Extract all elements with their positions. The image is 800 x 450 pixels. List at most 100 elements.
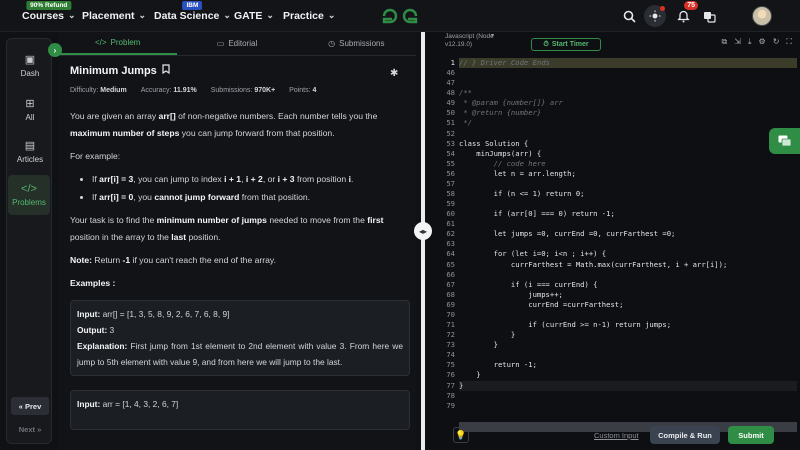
nav-placement[interactable]: Placement ⌄ [82, 0, 146, 32]
code-line[interactable]: if (arr[0] === 0) return -1; [459, 209, 797, 219]
code-line[interactable]: return -1; [459, 360, 797, 370]
left-rail: ▣ Dash ⊞ All ▤ Articles </> Problems « P… [6, 38, 52, 444]
code-line[interactable] [459, 391, 797, 401]
line-number: 53 [446, 138, 455, 148]
nav-data-science[interactable]: IBM Data Science ⌄ [154, 0, 231, 32]
code-line[interactable] [459, 199, 797, 209]
code-line[interactable]: if (i === currEnd) { [459, 280, 797, 290]
code-lines[interactable]: // } Driver Code Ends /** * @param {numbe… [459, 58, 797, 411]
code-line[interactable] [459, 239, 797, 249]
custom-input-link[interactable]: Custom Input [594, 431, 639, 440]
code-area[interactable]: 1 46 47 48 49 50 51 52 53 54 55 56 57 58 59 60 61 62 63 64 6… [425, 58, 800, 432]
editor-toolbar: Javascript (Node v12.19.0) ▾ ⏱ Start Tim… [425, 32, 800, 56]
problem-description: You are given an array arr[] of non-nega… [70, 108, 410, 430]
code-line[interactable]: let n = arr.length; [459, 169, 797, 179]
code-line[interactable] [459, 68, 797, 78]
caret-down-icon: ▾ [491, 33, 495, 39]
code-line[interactable]: } [459, 380, 797, 391]
code-line[interactable]: jumps++; [459, 290, 797, 300]
code-line[interactable]: } [459, 370, 797, 380]
avatar[interactable] [752, 6, 772, 26]
chevron-down-icon: ⌄ [138, 10, 147, 20]
dashboard-icon: ▣ [24, 54, 36, 66]
timer-label: Start Timer [551, 41, 589, 48]
tab-editorial[interactable]: ▭ Editorial [177, 32, 296, 55]
code-icon: </> [94, 38, 107, 47]
lightbulb-icon[interactable]: 💡 [453, 427, 469, 443]
example-output: Output: 3 [77, 325, 115, 335]
nav-practice-label: Practice [283, 9, 324, 22]
rail-item-label: All [25, 113, 35, 122]
code-line[interactable] [459, 129, 797, 139]
nav-practice[interactable]: Practice ⌄ [283, 0, 335, 32]
problem-meta: Difficulty: Medium Accuracy: 11.91% Subm… [70, 87, 410, 94]
code-line[interactable]: } [459, 330, 797, 340]
bell-icon[interactable]: 75 [672, 1, 698, 27]
code-line[interactable]: /** [459, 88, 797, 98]
code-line[interactable]: * @return {number} [459, 108, 797, 118]
code-line[interactable]: } [459, 340, 797, 350]
line-number: 66 [446, 269, 455, 279]
rail-item-dash[interactable]: ▣ Dash [7, 53, 53, 78]
next-button[interactable]: Next » [11, 420, 49, 438]
nav-gate[interactable]: GATE ⌄ [234, 0, 274, 32]
bookmark-icon[interactable] [162, 64, 170, 77]
code-line[interactable]: for (let i=0; i<n ; i++) { [459, 249, 797, 259]
language-select[interactable]: Javascript (Node v12.19.0) ▾ [445, 33, 515, 48]
line-number: 57 [446, 178, 455, 188]
code-line[interactable]: * @param {number[]} arr [459, 98, 797, 108]
code-line[interactable]: */ [459, 118, 797, 128]
problem-panel: </> Problem ▭ Editorial ◷ Submissions Mi… [58, 32, 416, 450]
translate-icon[interactable] [698, 5, 720, 27]
nav-courses[interactable]: 90% Refund Courses ⌄ [22, 0, 76, 32]
code-line[interactable]: // code here [459, 159, 797, 169]
line-number: 1 [450, 58, 455, 67]
fullscreen-icon[interactable]: ⛶ [786, 37, 792, 47]
collapse-toggle-icon[interactable]: › [48, 43, 62, 57]
compile-run-button[interactable]: Compile & Run [650, 426, 720, 444]
code-line[interactable]: currEnd =currFarthest; [459, 300, 797, 310]
code-line[interactable] [459, 310, 797, 320]
code-line[interactable]: currFarthest = Math.max(currFarthest, i … [459, 260, 797, 270]
code-line[interactable]: if (currEnd >= n-1) return jumps; [459, 320, 797, 330]
code-line[interactable]: // } Driver Code Ends [459, 58, 797, 69]
code-line[interactable]: minJumps(arr) { [459, 149, 797, 159]
code-line[interactable] [459, 270, 797, 280]
tab-problem[interactable]: </> Problem [58, 32, 178, 55]
theme-toggle-icon[interactable] [644, 5, 666, 27]
rail-item-all[interactable]: ⊞ All [7, 97, 53, 122]
download-icon[interactable]: ⤓ [748, 37, 752, 47]
resize-handle-icon[interactable]: ◂▸ [414, 222, 432, 240]
search-icon[interactable] [618, 5, 640, 27]
tab-submissions[interactable]: ◷ Submissions [297, 32, 416, 55]
line-number: 71 [446, 320, 455, 330]
line-number: 51 [446, 118, 455, 128]
line-number: 59 [446, 199, 455, 209]
line-number: 76 [446, 370, 455, 380]
problem-content: Minimum Jumps ✱ Difficulty: Medium Accur… [70, 64, 410, 430]
nav-data-science-label: Data Science [154, 9, 220, 22]
code-line[interactable] [459, 350, 797, 360]
editor-footer: 💡 Custom Input Compile & Run Submit [425, 422, 800, 450]
settings-icon[interactable]: ⚙ [759, 37, 766, 47]
chevron-down-icon: ⌄ [266, 10, 274, 20]
bug-icon[interactable]: ✱ [390, 68, 398, 79]
rail-item-problems[interactable]: </> Problems [8, 175, 50, 215]
refresh-icon[interactable]: ↻ [773, 37, 780, 47]
code-line[interactable] [459, 78, 797, 88]
nav-gate-label: GATE [234, 9, 263, 22]
code-line[interactable] [459, 219, 797, 229]
submit-button[interactable]: Submit [728, 426, 774, 444]
copy-icon[interactable]: ⧉ [722, 37, 728, 47]
gfg-logo[interactable] [380, 6, 420, 31]
code-line[interactable]: if (n <= 1) return 0; [459, 189, 797, 199]
chat-icon[interactable] [769, 128, 800, 154]
code-line[interactable]: let jumps =0, currEnd =0, currFarthest =… [459, 229, 797, 239]
code-line[interactable] [459, 401, 797, 411]
start-timer-button[interactable]: ⏱ Start Timer [531, 38, 601, 51]
reset-icon[interactable]: ⇲ [734, 37, 741, 47]
code-line[interactable] [459, 179, 797, 189]
code-line[interactable]: class Solution { [459, 139, 797, 149]
prev-button[interactable]: « Prev [11, 397, 49, 415]
rail-item-articles[interactable]: ▤ Articles [7, 139, 53, 164]
